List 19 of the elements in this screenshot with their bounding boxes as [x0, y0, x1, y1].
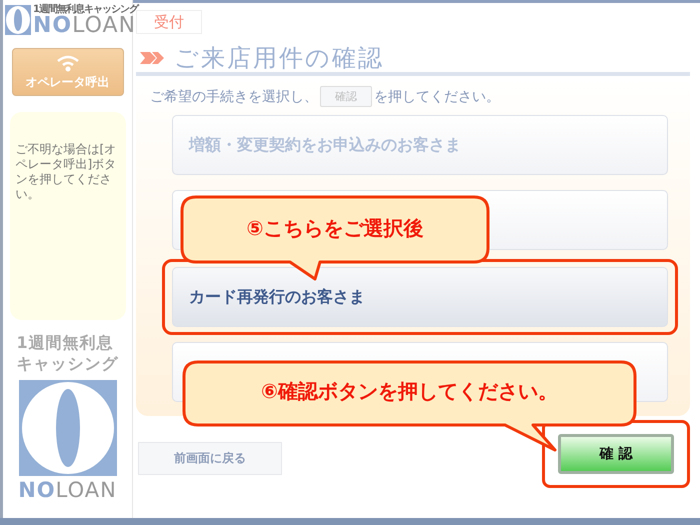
logo-tagline: 1週間無利息キャッシング: [33, 4, 138, 14]
instruction-text: ご希望の手続きを選択し、: [150, 88, 318, 106]
callout-tooltip: ⑤こちらをご選択後: [180, 195, 490, 283]
logo-icon: [5, 5, 31, 35]
tab[interactable]: 受付: [136, 10, 202, 34]
instruction-text: を押してください。: [374, 88, 500, 106]
inline-button-label: 確認: [320, 86, 372, 107]
wifi-icon: [54, 54, 80, 72]
logo-icon: [18, 380, 116, 476]
help-text: ご不明な場合は[オペレータ呼出]ボタンを押してください。: [10, 112, 126, 320]
option-button[interactable]: カード再発行のお客さま: [172, 267, 668, 327]
back-button[interactable]: 前画面に戻る: [138, 442, 282, 474]
page-title: ご来店用件の確認: [174, 43, 384, 74]
operator-call-button[interactable]: オペレータ呼出: [12, 48, 124, 96]
logo-wordmark: NOLOAN: [33, 14, 136, 36]
promo-text: キャッシング: [16, 353, 118, 374]
option-button[interactable]: 増額・変更契約をお申込みのお客さま: [172, 115, 668, 175]
logo-wordmark: NOLOAN: [18, 480, 117, 501]
promo-text: 1週間無利息: [16, 332, 115, 353]
